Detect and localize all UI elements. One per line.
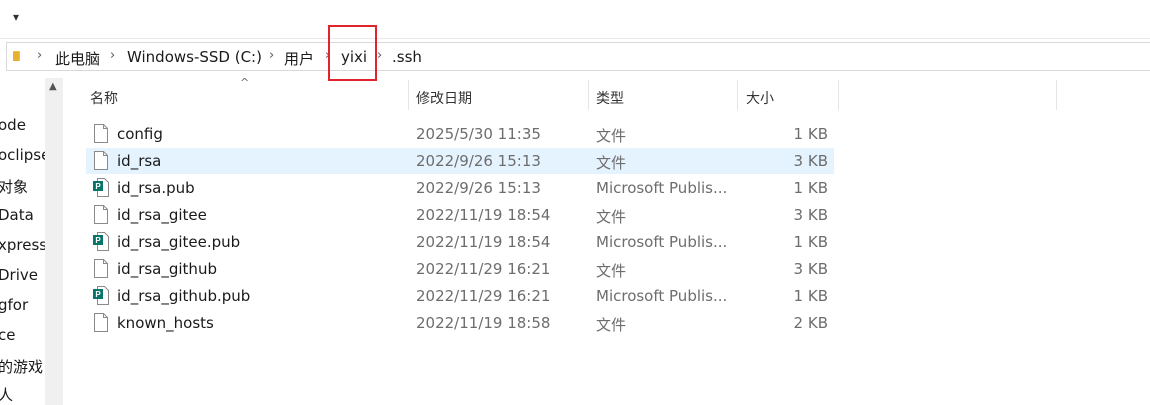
nav-item[interactable]: 人 xyxy=(0,384,13,405)
file-name: id_rsa xyxy=(117,152,162,170)
file-size: 3 KB xyxy=(793,206,828,224)
nav-item[interactable]: oclipse xyxy=(0,146,45,164)
customize-toolbar-dropdown[interactable]: ▾ xyxy=(13,10,19,24)
file-row[interactable]: id_rsa_github 2022/11/29 16:21 文件 3 KB xyxy=(86,256,834,282)
file-type: 文件 xyxy=(596,316,627,334)
column-divider[interactable] xyxy=(408,80,409,110)
breadcrumb-this-pc[interactable]: 此电脑 xyxy=(55,48,100,69)
column-divider xyxy=(1056,80,1057,110)
file-type: Microsoft Publis... xyxy=(596,233,728,251)
nav-item[interactable]: 的游戏 xyxy=(0,356,43,377)
file-size: 1 KB xyxy=(793,179,828,197)
column-divider[interactable] xyxy=(737,80,738,110)
breadcrumb-separator[interactable]: › xyxy=(269,48,274,63)
file-type: 文件 xyxy=(596,127,627,145)
svg-text:P: P xyxy=(95,236,101,245)
svg-text:P: P xyxy=(95,290,101,299)
nav-item[interactable]: Drive xyxy=(0,266,38,284)
breadcrumb-ssh[interactable]: .ssh xyxy=(392,48,422,66)
file-size: 1 KB xyxy=(793,125,828,143)
breadcrumb-separator[interactable]: › xyxy=(377,48,382,63)
file-row[interactable]: id_rsa 2022/9/26 15:13 文件 3 KB xyxy=(86,148,834,174)
file-name: id_rsa_github.pub xyxy=(117,287,251,305)
file-size: 1 KB xyxy=(793,233,828,251)
breadcrumb-separator[interactable]: › xyxy=(110,48,115,63)
file-name: id_rsa_github xyxy=(117,260,217,278)
folder-icon xyxy=(13,51,20,61)
file-row[interactable]: Pid_rsa_github.pub 2022/11/29 16:21 Micros… xyxy=(86,283,834,309)
column-header-type[interactable]: 类型 xyxy=(596,88,624,114)
navigation-pane: ode oclipse 对象 Data xpress Drive gfor ce… xyxy=(0,78,45,405)
file-row[interactable]: known_hosts 2022/11/19 18:58 文件 2 KB xyxy=(86,310,834,336)
file-modified-date: 2022/9/26 15:13 xyxy=(416,152,541,170)
file-icon xyxy=(93,124,109,143)
file-name: id_rsa_gitee.pub xyxy=(117,233,241,251)
file-modified-date: 2022/11/19 18:54 xyxy=(416,233,551,251)
breadcrumb-drive-c[interactable]: Windows-SSD (C:) xyxy=(127,48,262,66)
nav-item[interactable]: 对象 xyxy=(0,176,28,197)
nav-item[interactable]: xpress xyxy=(0,236,45,254)
file-modified-date: 2022/11/19 18:54 xyxy=(416,206,551,224)
file-icon xyxy=(93,205,109,224)
publisher-icon: P xyxy=(93,286,109,305)
file-name: known_hosts xyxy=(117,314,214,332)
file-icon xyxy=(93,151,109,170)
nav-item[interactable]: gfor xyxy=(0,296,28,314)
file-modified-date: 2022/11/29 16:21 xyxy=(416,260,551,278)
quick-access-toolbar: ▾ xyxy=(0,0,1150,39)
file-size: 3 KB xyxy=(793,152,828,170)
column-header-name[interactable]: 名称 xyxy=(90,88,118,114)
file-type: Microsoft Publis... xyxy=(596,287,728,305)
file-modified-date: 2022/11/19 18:58 xyxy=(416,314,551,332)
file-icon xyxy=(93,259,109,278)
file-type: 文件 xyxy=(596,262,627,280)
sort-ascending-icon: ^ xyxy=(240,76,250,89)
nav-scrollbar[interactable]: ▲ xyxy=(45,78,63,405)
file-name: id_rsa.pub xyxy=(117,179,195,197)
file-size: 3 KB xyxy=(793,260,828,278)
file-type: Microsoft Publis... xyxy=(596,179,728,197)
file-row[interactable]: id_rsa_gitee 2022/11/19 18:54 文件 3 KB xyxy=(86,202,834,228)
file-modified-date: 2025/5/30 11:35 xyxy=(416,125,541,143)
column-header-date[interactable]: 修改日期 xyxy=(416,88,472,114)
scroll-up-icon[interactable]: ▲ xyxy=(49,81,57,92)
highlight-annotation-box xyxy=(328,25,377,81)
file-name: config xyxy=(117,125,163,143)
svg-text:P: P xyxy=(95,182,101,191)
column-header-size[interactable]: 大小 xyxy=(746,88,774,114)
file-row[interactable]: config 2025/5/30 11:35 文件 1 KB xyxy=(86,121,834,147)
file-modified-date: 2022/11/29 16:21 xyxy=(416,287,551,305)
breadcrumb-users[interactable]: 用户 xyxy=(284,48,314,69)
file-modified-date: 2022/9/26 15:13 xyxy=(416,179,541,197)
address-bar[interactable]: › 此电脑 › Windows-SSD (C:) › 用户 › yixi › .… xyxy=(6,42,1150,71)
publisher-icon: P xyxy=(93,178,109,197)
file-type: 文件 xyxy=(596,154,627,172)
publisher-icon: P xyxy=(93,232,109,251)
file-row[interactable]: Pid_rsa.pub 2022/9/26 15:13 Microsoft Publ… xyxy=(86,175,834,201)
breadcrumb-separator[interactable]: › xyxy=(37,48,42,63)
nav-item[interactable]: ode xyxy=(0,116,26,134)
column-divider[interactable] xyxy=(588,80,589,110)
file-size: 2 KB xyxy=(793,314,828,332)
file-icon xyxy=(93,313,109,332)
column-divider[interactable] xyxy=(838,80,839,110)
nav-item[interactable]: ce xyxy=(0,326,15,344)
nav-item[interactable]: Data xyxy=(0,206,34,224)
file-type: 文件 xyxy=(596,208,627,226)
file-name: id_rsa_gitee xyxy=(117,206,207,224)
file-row[interactable]: Pid_rsa_gitee.pub 2022/11/19 18:54 Microso… xyxy=(86,229,834,255)
file-size: 1 KB xyxy=(793,287,828,305)
